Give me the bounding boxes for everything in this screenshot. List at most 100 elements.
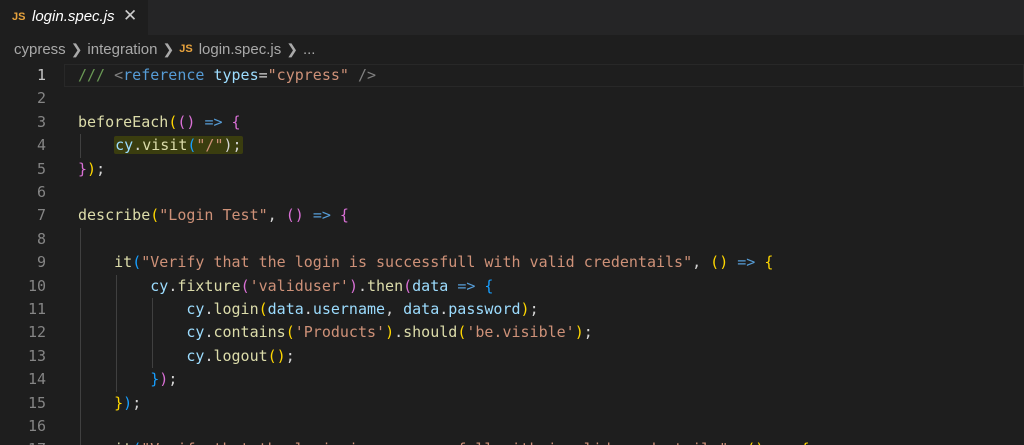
code-token: username <box>312 300 386 318</box>
code-text: cy.contains('Products').should('be.visib… <box>78 321 593 344</box>
code-token: ) <box>159 370 169 389</box>
code-line[interactable]: 14 }); <box>0 368 1024 391</box>
code-line[interactable]: 12 cy.contains('Products').should('be.vi… <box>0 321 1024 344</box>
code-token: ( <box>132 440 141 445</box>
breadcrumb-item-cypress[interactable]: cypress <box>14 41 66 58</box>
code-token: , <box>728 440 746 445</box>
code-token: "Verify that the login is successfull wi… <box>141 253 693 272</box>
code-token: { <box>339 206 349 225</box>
line-number: 13 <box>27 346 46 365</box>
indent-guide <box>152 298 154 369</box>
code-token: cy <box>186 323 205 342</box>
code-token: () <box>746 440 764 445</box>
code-token: ( <box>150 206 160 225</box>
code-token: ( <box>132 253 142 272</box>
code-token: ; <box>583 323 593 342</box>
tab-login-spec[interactable]: JS login.spec.js ✕ <box>0 0 148 35</box>
code-token: 'Products' <box>294 323 386 342</box>
code-token: contains <box>213 323 286 342</box>
code-token: data <box>412 276 449 295</box>
breadcrumb-item-file[interactable]: login.spec.js <box>199 41 282 58</box>
code-token: ; <box>168 370 178 389</box>
code-token: ( <box>240 276 250 295</box>
code-token: , <box>267 206 286 225</box>
code-token: . <box>303 300 313 318</box>
code-line[interactable]: 10 cy.fixture('validuser').then(data => … <box>0 275 1024 298</box>
indent-guide <box>80 134 81 158</box>
code-line[interactable]: 4 cy.visit("/"); <box>0 134 1024 157</box>
code-token: () <box>710 253 729 272</box>
code-line[interactable]: 16 <box>0 415 1024 438</box>
code-token: ) <box>123 393 133 412</box>
line-number: 17 <box>0 438 46 445</box>
code-line[interactable]: 17 it("Verify that the login is unsucces… <box>0 438 1024 445</box>
code-token: visit <box>142 136 188 155</box>
code-token: login <box>213 300 259 318</box>
code-token: reference <box>123 66 205 84</box>
code-text: it("Verify that the login is unsuccessfu… <box>78 438 809 445</box>
code-token: cy <box>150 276 169 295</box>
code-line[interactable]: 11 cy.login(data.username, data.password… <box>0 298 1024 321</box>
code-token: password <box>448 300 521 318</box>
code-token: { <box>484 276 494 295</box>
code-token: cy <box>186 346 205 365</box>
code-token: < <box>114 66 124 84</box>
code-token: => <box>737 253 756 272</box>
code-editor[interactable]: 1 /// <reference types="cypress" /> 2 3 befo… <box>0 63 1024 445</box>
code-line[interactable]: 5}); <box>0 158 1024 181</box>
code-token: beforeEach <box>78 112 169 131</box>
code-line[interactable]: 7 describe("Login Test", () => { <box>0 204 1024 227</box>
code-token: "/" <box>196 136 224 155</box>
code-text: it("Verify that the login is successfull… <box>78 251 773 274</box>
code-token: ( <box>168 112 178 131</box>
code-token: ); <box>223 136 242 155</box>
code-token: ( <box>258 300 268 318</box>
code-text: cy.login(data.username, data.password); <box>78 298 538 321</box>
code-token: then <box>367 276 404 295</box>
code-token: { <box>800 440 809 445</box>
breadcrumb-item-integration[interactable]: integration <box>87 41 157 58</box>
line-number: 3 <box>36 112 46 131</box>
code-line[interactable]: 13 cy.logout(); <box>0 345 1024 368</box>
code-token: it <box>114 440 132 445</box>
javascript-file-icon: JS <box>179 43 193 55</box>
code-line[interactable]: 15 }); <box>0 392 1024 415</box>
code-line[interactable]: 6 <box>0 181 1024 204</box>
code-line[interactable]: 8 <box>0 228 1024 251</box>
code-token: } <box>114 393 124 412</box>
code-token: () <box>177 112 196 131</box>
code-text: }); <box>78 392 141 415</box>
line-number: 7 <box>36 206 46 225</box>
code-token: 'be.visible' <box>466 323 575 342</box>
code-token: => <box>204 112 223 131</box>
code-token: = <box>258 66 268 84</box>
code-token: ; <box>132 393 142 412</box>
close-icon[interactable]: ✕ <box>123 6 137 26</box>
code-token: fixture <box>177 276 241 295</box>
line-number: 15 <box>27 393 46 412</box>
code-token: } <box>78 159 88 178</box>
code-line[interactable]: 2 <box>0 87 1024 110</box>
line-number: 9 <box>36 253 46 272</box>
code-token: { <box>764 253 774 272</box>
code-line[interactable]: 9 it("Verify that the login is successfu… <box>0 251 1024 274</box>
code-line[interactable]: 3 beforeEach(() => { <box>0 111 1024 134</box>
line-number: 5 <box>36 159 46 178</box>
code-token: . <box>168 276 178 295</box>
code-token: describe <box>78 206 151 225</box>
code-line[interactable]: 1 /// <reference types="cypress" /> <box>37 64 1024 87</box>
line-number: 2 <box>36 89 46 108</box>
code-text: }); <box>78 158 105 181</box>
breadcrumb-item-symbols[interactable]: ... <box>303 41 316 58</box>
code-text: describe("Login Test", () => { <box>78 204 349 227</box>
line-number: 12 <box>27 323 46 342</box>
code-token: } <box>150 370 160 389</box>
indent-guide <box>80 227 81 445</box>
chevron-right-icon: ❯ <box>70 40 83 57</box>
chevron-right-icon: ❯ <box>286 40 298 57</box>
